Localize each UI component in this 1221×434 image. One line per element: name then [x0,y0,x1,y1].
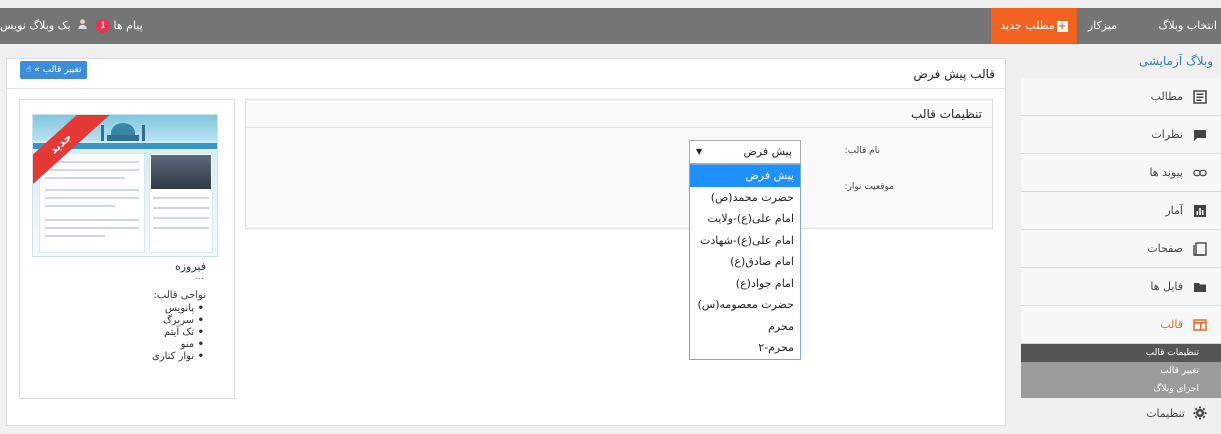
sidebar-item-label: قالب [1160,318,1183,331]
area-item: سربرگ [152,315,206,327]
new-post-button[interactable]: +مطلب جدید [991,8,1077,44]
dropdown-option[interactable]: محرم [690,316,800,338]
sidebar-item-stats[interactable]: آمار [1021,192,1221,230]
change-template-label: تغییر قالب » [34,65,82,75]
top-bar: انتخاب وبلاگ میزکار +مطلب جدید پیام ها 1… [0,8,1221,44]
area-item: پانویس [152,303,206,315]
link-icon [1193,166,1207,180]
submenu-template-settings[interactable]: تنظیمات قالب [1021,344,1221,362]
sidebar: وبلاگ آزمایشی مطالب نظرات پیوند ها آمار … [1021,44,1221,434]
sidebar-item-label: تنظیمات [1146,406,1185,420]
dropdown-option[interactable]: حضرت محمد(ص) [690,187,800,209]
template-dropdown-list: پیش فرض حضرت محمد(ص) امام علی(ع)-ولایت ا… [689,164,801,360]
sidebar-item-label: فایل ها [1150,280,1183,293]
template-settings-box: تنظیمات قالب نام قالب: موقعیت نوار: پیش … [245,99,993,360]
dropdown-option[interactable]: حضرت معصومه(س) [690,294,800,316]
select-value: پیش فرض [743,145,792,158]
template-preview-card: جدید فیروزه ... نواحی قالب: پانویس سربرگ… [19,99,235,399]
sidebar-item-pages[interactable]: صفحات [1021,230,1221,268]
user-menu[interactable]: یک وبلاگ نویس [0,8,88,44]
page-title: قالب پیش فرض [913,66,995,81]
dropdown-option[interactable]: پیش فرض [690,165,800,187]
dropdown-arrow-icon: ▼ [696,147,703,156]
stats-icon [1193,204,1207,218]
template-thumbnail[interactable]: جدید [32,114,218,257]
comments-icon [1193,128,1207,142]
choose-blog-link[interactable]: انتخاب وبلاگ [1154,8,1221,44]
blog-name-link[interactable]: وبلاگ آزمایشی [1021,44,1221,78]
sidebar-item-template[interactable]: قالب [1021,306,1221,344]
desk-link[interactable]: میزکار [1088,8,1117,44]
sidebar-item-label: صفحات [1147,242,1183,255]
sidebar-item-posts[interactable]: مطالب [1021,78,1221,116]
template-name-select[interactable]: پیش فرض ▼ [689,140,801,164]
area-item: نوار کناری [152,351,206,363]
bar-position-label: موقعیت نوار: [844,182,894,192]
mosque-icon [101,123,145,141]
dropdown-option[interactable]: امام علی(ع)-شهادت [690,230,800,252]
main-panel: قالب پیش فرض تغییر قالب » ☝ تنظیمات قالب… [6,58,1006,426]
new-post-label: مطلب جدید [1000,19,1055,32]
sidebar-item-label: مطالب [1150,90,1183,103]
sidebar-item-links[interactable]: پیوند ها [1021,154,1221,192]
gear-icon [1193,406,1207,420]
hand-pointer-icon: ☝ [26,65,32,75]
submenu-blog-components[interactable]: اجزای وبلاگ [1021,380,1221,398]
template-name-label: نام قالب: [844,146,880,156]
areas-title: نواحی قالب: [153,290,207,301]
settings-title: تنظیمات قالب [246,100,992,128]
template-areas: نواحی قالب: پانویس سربرگ تک آیتم منو نوا… [152,290,206,363]
folder-icon [1193,280,1207,294]
area-item: تک آیتم [152,327,206,339]
dropdown-option[interactable]: امام صادق(ع) [690,251,800,273]
messages-badge: 1 [96,19,110,33]
sidebar-item-settings[interactable]: تنظیمات [1021,398,1221,428]
sidebar-item-label: آمار [1165,204,1183,217]
dropdown-option[interactable]: امام جواد(ع) [690,273,800,295]
writer-label: یک وبلاگ نویس [0,19,71,32]
sidebar-item-files[interactable]: فایل ها [1021,268,1221,306]
thumbnail-content [39,153,145,253]
messages-label: پیام ها [113,19,143,32]
messages-link[interactable]: پیام ها 1 [96,8,143,44]
areas-list: پانویس سربرگ تک آیتم منو نوار کناری [152,303,206,363]
main-header: قالب پیش فرض تغییر قالب » ☝ [7,59,1005,89]
more-dots: ... [195,272,204,282]
dropdown-option[interactable]: امام علی(ع)-ولایت [690,208,800,230]
plus-icon: + [1056,20,1068,32]
template-submenu: تنظیمات قالب تغییر قالب اجزای وبلاگ [1021,344,1221,398]
posts-icon [1193,89,1207,104]
sidebar-item-label: نظرات [1151,128,1183,141]
template-icon [1193,318,1207,332]
area-item: منو [152,339,206,351]
thumbnail-photo [151,155,211,189]
dropdown-option[interactable]: محرم-۲ [690,337,800,359]
change-template-button[interactable]: تغییر قالب » ☝ [20,61,88,79]
pages-icon [1193,241,1207,256]
user-icon [77,8,88,44]
sidebar-item-label: پیوند ها [1149,166,1183,179]
sidebar-item-comments[interactable]: نظرات [1021,116,1221,154]
submenu-change-template[interactable]: تغییر قالب [1021,362,1221,380]
